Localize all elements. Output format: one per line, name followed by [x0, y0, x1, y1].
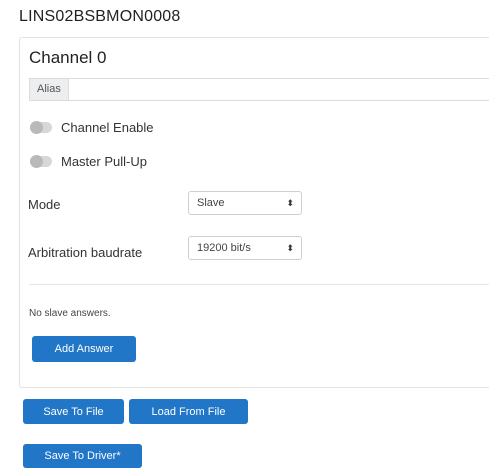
master-pullup-toggle[interactable]: [30, 155, 52, 168]
mode-select-value: Slave: [197, 197, 225, 209]
alias-input-group: Alias: [29, 78, 489, 101]
channel-enable-row: Channel Enable: [30, 120, 154, 135]
master-pullup-row: Master Pull-Up: [30, 154, 147, 169]
arbitration-baudrate-label: Arbitration baudrate: [28, 245, 143, 260]
chevron-up-down-icon: ⬍: [286, 242, 294, 253]
mode-select[interactable]: Slave ⬍: [188, 191, 302, 215]
arbitration-baudrate-select[interactable]: 19200 bit/s ⬍: [188, 236, 302, 260]
toggle-knob: [30, 155, 43, 168]
toggle-knob: [30, 121, 43, 134]
mode-label: Mode: [28, 197, 61, 212]
channel-enable-toggle[interactable]: [30, 121, 52, 134]
page-title: LINS02BSBMON0008: [19, 8, 181, 25]
divider: [29, 284, 489, 285]
channel-title: Channel 0: [29, 48, 107, 67]
alias-label: Alias: [30, 79, 69, 100]
alias-input[interactable]: [68, 79, 489, 100]
load-from-file-button[interactable]: Load From File: [129, 399, 248, 424]
channel-enable-label: Channel Enable: [61, 120, 154, 135]
save-to-driver-button[interactable]: Save To Driver*: [23, 444, 142, 468]
channel-card: Channel 0 Alias Channel Enable Master Pu…: [19, 37, 489, 388]
chevron-up-down-icon: ⬍: [286, 197, 294, 208]
add-answer-button[interactable]: Add Answer: [32, 336, 136, 362]
no-answers-text: No slave answers.: [29, 308, 111, 319]
arbitration-baudrate-value: 19200 bit/s: [197, 242, 251, 254]
master-pullup-label: Master Pull-Up: [61, 154, 147, 169]
save-to-file-button[interactable]: Save To File: [23, 399, 124, 424]
